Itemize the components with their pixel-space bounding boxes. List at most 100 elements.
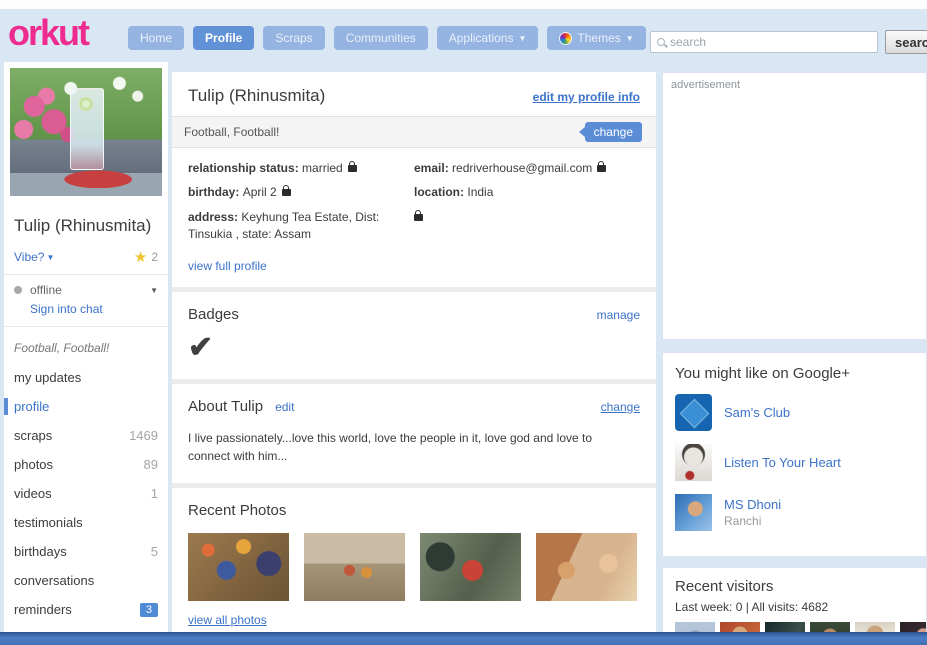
nav-home[interactable]: Home [128,26,184,50]
chevron-down-icon[interactable]: ▼ [46,253,54,262]
status-text: Football, Football! [184,125,279,139]
change-about-link[interactable]: change [601,400,640,414]
profile-fields: relationship statusmarried birthdayApril… [172,148,656,253]
field-email: emailredriverhouse@gmail.com [414,160,640,177]
recent-photos-section: Recent Photos view all photos [172,483,656,639]
sidebar-item-conversations[interactable]: conversations [4,566,168,595]
glass-image [70,88,104,170]
scraps-count: 1469 [129,428,158,443]
manage-badges-link[interactable]: manage [597,308,640,322]
vibe-row: Vibe? ▼ ★ 2 [4,244,168,270]
sidebar-item-scraps[interactable]: scraps 1469 [4,421,168,450]
google-plus-item-name[interactable]: Listen To Your Heart [724,455,841,470]
google-plus-item-sams-club[interactable]: Sam's Club [675,394,914,431]
chat-status-row: offline ▼ [4,279,168,301]
sidebar-item-testimonials[interactable]: testimonials [4,508,168,537]
field-value: April 2 [243,185,277,199]
profile-photo-drink-glass[interactable] [10,68,162,196]
sign-into-chat-row: Sign into chat [4,301,168,322]
google-plus-item-name[interactable]: Sam's Club [724,405,790,420]
videos-count: 1 [151,486,158,501]
menu-label: reminders [14,602,72,617]
star-count: 2 [151,250,158,264]
sidebar-item-profile[interactable]: profile [4,392,168,421]
google-plus-item-listen-to-your-heart[interactable]: Listen To Your Heart [675,444,914,481]
main-nav: Home Profile Scraps Communities Applicat… [128,26,646,50]
search-input[interactable] [670,35,871,49]
sidebar-item-birthdays[interactable]: birthdays 5 [4,537,168,566]
lock-icon [348,165,357,172]
girl-with-rose-artwork [675,444,712,481]
chevron-down-icon: ▼ [518,34,526,43]
nav-applications[interactable]: Applications ▼ [437,26,539,50]
menu-label: birthdays [14,544,67,559]
menu-label: videos [14,486,52,501]
menu-label: my updates [14,370,81,385]
field-location: locationIndia [414,184,640,201]
star-icon: ★ [134,248,147,266]
google-plus-item-name[interactable]: MS Dhoni [724,497,781,512]
search-button[interactable]: search [885,30,927,54]
recent-photo-child-with-backpack[interactable] [420,533,521,601]
chevron-down-icon: ▼ [626,34,634,43]
divider [4,326,168,327]
sidebar-item-videos[interactable]: videos 1 [4,479,168,508]
sign-into-chat-link[interactable]: Sign into chat [30,302,103,316]
lock-icon [282,189,291,196]
field-address: addressKeyhung Tea Estate, Dist: Tinsuki… [188,209,414,244]
field-label: relationship status [188,161,302,175]
vibe-link[interactable]: Vibe? [14,250,44,264]
ms-dhoni-photo [675,494,712,531]
field-label: address [188,210,241,224]
status-strip: Football, Football! change [172,116,656,148]
recent-photo-family-indoor[interactable] [536,533,637,601]
badges-section: Badges manage ✔ [172,287,656,379]
badges-title: Badges [188,306,239,323]
google-plus-item-ms-dhoni[interactable]: MS Dhoni Ranchi [675,494,914,531]
recent-photo-children-in-costumes[interactable] [188,533,289,601]
visitor-stats: Last week: 0 | All visits: 4682 [675,600,914,614]
edit-profile-info-link[interactable]: edit my profile info [533,90,640,104]
color-wheel-icon [559,32,572,45]
recent-photos-row [172,529,656,601]
about-section: About Tulip edit change I live passionat… [172,379,656,483]
chat-status-label: offline [30,283,62,297]
recent-photo-street-gathering[interactable] [304,533,405,601]
menu-label: conversations [14,573,94,588]
sams-club-logo [675,394,712,431]
about-text: I live passionately...love this world, l… [172,425,637,483]
top-white-strip [0,0,927,9]
edit-about-link[interactable]: edit [275,400,294,414]
nav-profile-label: Profile [205,31,242,45]
advertisement-label: advertisement [671,79,740,91]
main-content: Tulip (Rhinusmita) edit my profile info … [172,72,656,645]
page-title: Tulip (Rhinusmita) [188,86,325,106]
sidebar-item-photos[interactable]: photos 89 [4,450,168,479]
lime-slice-image [79,97,93,111]
nav-profile[interactable]: Profile [193,26,254,50]
sidebar-item-reminders[interactable]: reminders 3 [4,595,168,624]
google-plus-item-subtitle: Ranchi [724,514,781,528]
field-value: redriverhouse@gmail.com [452,161,592,175]
nav-communities[interactable]: Communities [334,26,428,50]
chevron-down-icon[interactable]: ▼ [150,286,158,295]
change-status-button[interactable]: change [585,122,642,142]
view-all-photos-link[interactable]: view all photos [188,613,267,627]
nav-themes[interactable]: Themes ▼ [547,26,645,50]
google-plus-suggestions: You might like on Google+ Sam's Club Lis… [662,352,927,557]
search-box [650,31,878,53]
bottom-chat-bar[interactable] [0,632,927,645]
reminders-badge: 3 [140,603,158,617]
field-relationship-status: relationship statusmarried [188,160,414,177]
nav-scraps[interactable]: Scraps [263,26,324,50]
nav-scraps-label: Scraps [275,31,312,45]
orkut-logo[interactable]: orkut [8,12,88,54]
sidebar-item-my-updates[interactable]: my updates [4,363,168,392]
checkmark-badge-icon: ✔ [188,331,213,364]
offline-status-icon [14,286,22,294]
field-label: birthday [188,185,243,199]
divider [4,274,168,275]
menu-label: profile [14,399,49,414]
top-navigation-bar: orkut Home Profile Scraps Communities Ap… [0,9,927,64]
view-full-profile-link[interactable]: view full profile [188,259,267,273]
